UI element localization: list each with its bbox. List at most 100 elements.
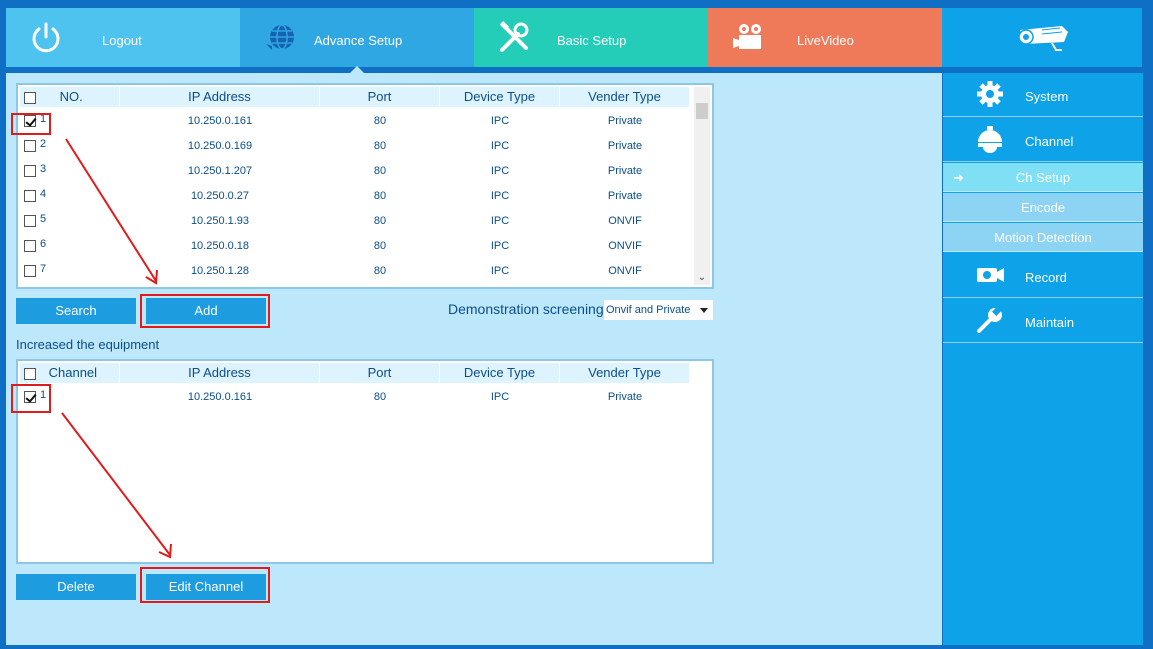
tab-advance-setup[interactable]: Advance Setup <box>240 8 474 73</box>
sidebar-item-maintain[interactable]: Maintain <box>943 299 1143 343</box>
row-checkbox[interactable] <box>24 215 36 228</box>
row-vender: Private <box>607 140 643 152</box>
scrollbar-thumb[interactable] <box>696 103 708 119</box>
highlight-row-1-checkbox <box>11 113 51 135</box>
row-checkbox[interactable] <box>24 240 36 253</box>
filter-label: Demonstration screening <box>448 301 604 317</box>
sidebar-sub-ch-setup[interactable]: ➜ Ch Setup <box>943 163 1143 192</box>
row-ip: 10.250.0.18 <box>190 240 250 252</box>
grid-header: Channel IP Address Port Device Type Vend… <box>20 363 690 383</box>
sidebar-item-system[interactable]: System <box>943 73 1143 117</box>
row-device: IPC <box>490 215 510 227</box>
row-no: 5 <box>40 213 47 225</box>
table-row[interactable]: 2 10.250.0.169 80 IPC Private <box>20 134 690 159</box>
row-no-cell: 6 <box>20 234 120 259</box>
video-camera-icon <box>733 24 761 49</box>
sidebar-item-label: System <box>1025 89 1069 104</box>
row-port: 80 <box>373 391 387 403</box>
sidebar-item-channel[interactable]: Channel <box>943 118 1143 162</box>
row-vender: Private <box>607 115 643 127</box>
row-checkbox[interactable] <box>24 140 36 153</box>
globe-icon <box>266 24 294 50</box>
row-vender: Private <box>607 165 643 177</box>
scroll-down-icon[interactable]: ⌄ <box>697 273 707 283</box>
top-navigation: Logout Advance Setup Basic Setup LiveVid… <box>6 8 1142 73</box>
table-row[interactable]: 1 10.250.0.161 80 IPC Private <box>20 109 690 134</box>
row-device: IPC <box>490 115 510 127</box>
row-checkbox[interactable] <box>24 190 36 203</box>
highlight-added-checkbox <box>11 384 51 413</box>
row-ip: 10.250.0.161 <box>187 391 253 403</box>
row-no: 7 <box>40 263 47 275</box>
row-ip: 10.250.0.27 <box>190 190 250 202</box>
sidebar-sub-encode[interactable]: Encode <box>943 193 1143 222</box>
row-vender: ONVIF <box>608 240 642 252</box>
sidebar-item-record[interactable]: Record <box>943 254 1143 298</box>
select-all-checkbox[interactable] <box>24 367 36 380</box>
added-equipment-grid: Channel IP Address Port Device Type Vend… <box>16 359 714 564</box>
row-no-cell: 3 <box>20 159 120 184</box>
tab-basic-setup-label: Basic Setup <box>557 33 627 48</box>
row-checkbox[interactable] <box>24 265 36 278</box>
row-no-cell: 2 <box>20 134 120 159</box>
row-vender: ONVIF <box>608 265 642 277</box>
sub-item-label: Ch Setup <box>1015 170 1071 185</box>
header-device-type: Device Type <box>440 363 560 383</box>
dome-camera-icon <box>978 126 1002 153</box>
row-port: 80 <box>373 190 387 202</box>
sidebar-item-label: Channel <box>1025 134 1074 149</box>
tab-basic-setup[interactable]: Basic Setup <box>474 8 708 67</box>
row-device: IPC <box>490 391 510 403</box>
header-vender-type: Vender Type <box>560 363 690 383</box>
tab-advance-setup-label: Advance Setup <box>314 33 403 48</box>
row-device: IPC <box>490 140 510 152</box>
table-row[interactable]: 3 10.250.1.207 80 IPC Private <box>20 159 690 184</box>
tab-live-video[interactable]: LiveVideo <box>708 8 942 67</box>
header-no-label: NO. <box>59 89 83 104</box>
row-ip: 10.250.1.93 <box>190 215 250 227</box>
row-ip: 10.250.1.207 <box>187 165 253 177</box>
power-icon <box>32 22 60 53</box>
header-ip: IP Address <box>120 363 320 383</box>
row-no: 4 <box>40 188 47 200</box>
row-port: 80 <box>373 115 387 127</box>
row-port: 80 <box>373 240 387 252</box>
row-no-cell: 5 <box>20 209 120 234</box>
row-vender: Private <box>607 391 643 403</box>
search-button[interactable]: Search <box>16 298 136 324</box>
row-device: IPC <box>490 165 510 177</box>
row-no: 6 <box>40 238 47 250</box>
row-no-cell: 7 <box>20 259 120 284</box>
table-row[interactable]: 7 10.250.1.28 80 IPC ONVIF <box>20 259 690 284</box>
table-row[interactable]: 4 10.250.0.27 80 IPC Private <box>20 184 690 209</box>
tab-live-video-label: LiveVideo <box>797 33 854 48</box>
row-port: 80 <box>373 140 387 152</box>
wrench-icon <box>977 306 1002 333</box>
sidebar-item-label: Maintain <box>1025 315 1075 330</box>
row-no: 2 <box>40 138 47 150</box>
row-checkbox[interactable] <box>24 165 36 178</box>
row-port: 80 <box>373 215 387 227</box>
tab-logout[interactable]: Logout <box>6 8 240 67</box>
table-row[interactable]: 6 10.250.0.18 80 IPC ONVIF <box>20 234 690 259</box>
sidebar-sub-motion-detection[interactable]: Motion Detection <box>943 223 1143 252</box>
table-row[interactable]: 1 10.250.0.161 80 IPC Private <box>20 385 690 410</box>
table-row[interactable]: 5 10.250.1.93 80 IPC ONVIF <box>20 209 690 234</box>
sidebar: System Channel ➜ Ch Setup Encode Motion … <box>943 73 1143 645</box>
row-ip: 10.250.1.28 <box>190 265 250 277</box>
delete-button[interactable]: Delete <box>16 574 136 600</box>
filter-select[interactable]: Onvif and Private <box>604 300 713 320</box>
tools-icon <box>499 21 529 52</box>
tab-logout-label: Logout <box>102 33 142 48</box>
sub-item-label: Encode <box>1020 200 1066 215</box>
select-all-checkbox[interactable] <box>24 91 36 104</box>
vertical-scrollbar[interactable]: ⌄ <box>694 87 710 285</box>
row-port: 80 <box>373 265 387 277</box>
row-ip: 10.250.0.161 <box>187 115 253 127</box>
sub-item-label: Motion Detection <box>994 230 1092 245</box>
grid-header: NO. IP Address Port Device Type Vender T… <box>20 87 690 107</box>
row-vender: Private <box>607 190 643 202</box>
highlight-edit-channel-button <box>140 567 270 603</box>
brand-camera-tab <box>942 8 1142 67</box>
highlight-add-button <box>140 294 270 328</box>
